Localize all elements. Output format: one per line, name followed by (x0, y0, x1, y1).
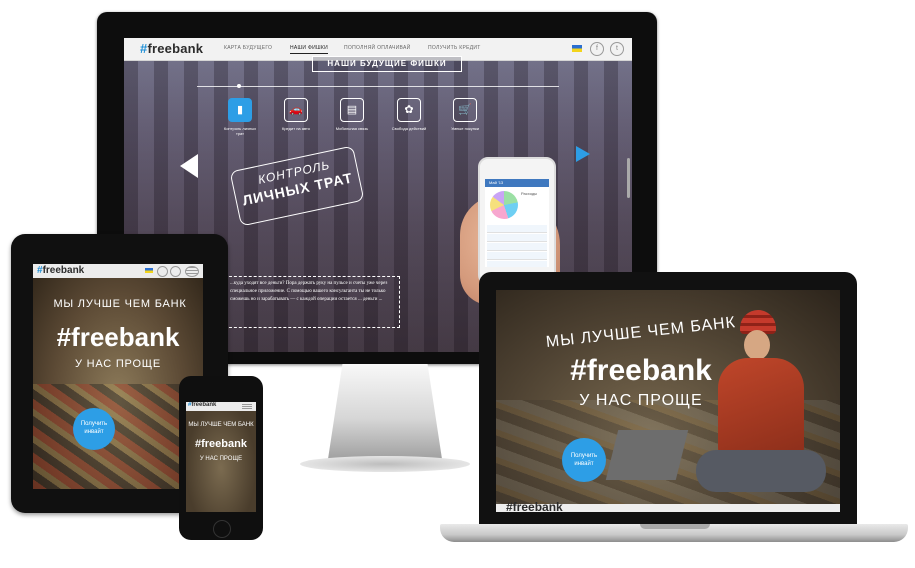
twitter-icon[interactable] (170, 266, 181, 277)
gear-icon: ✿ (397, 98, 421, 122)
feature-label: Контроль личных трат (223, 126, 257, 136)
laptop-notch (640, 524, 710, 529)
hero-tagline: МЫ ЛУЧШЕ ЧЕМ БАНК (188, 422, 254, 428)
nav-item-our-features[interactable]: НАШИ ФИШКИ (290, 45, 328, 54)
feature-label: Умные покупки (451, 126, 479, 131)
phone-in-hand: Май '13 Расходы (478, 157, 556, 285)
hero-brand: #freebank (570, 354, 712, 387)
freebank-logo[interactable]: #freebank (37, 265, 84, 276)
person-face (744, 330, 770, 360)
menu-icon[interactable] (242, 404, 252, 409)
feature-smart-shopping[interactable]: 🛒 Умные покупки (445, 98, 485, 131)
graffiti-background (33, 384, 203, 489)
phone-screen: #freebank МЫ ЛУЧШЕ ЧЕМ БАНК #freebank У … (186, 402, 256, 512)
hero-brand: #freebank (195, 438, 247, 450)
get-invite-button[interactable]: Получить инвайт (73, 408, 115, 450)
hero-subtagline: У НАС ПРОЩЕ (579, 392, 703, 409)
timeline-rule (197, 86, 559, 87)
hero-brand: #freebank (56, 322, 180, 352)
list-item[interactable] (487, 252, 547, 260)
feature-freedom[interactable]: ✿ Свобода действий (389, 98, 429, 131)
feature-mobile[interactable]: ▤ Мобильная связь (332, 98, 372, 131)
hero-subtagline: У НАС ПРОЩЕ (74, 358, 162, 370)
feature-description: ...куда уходят все деньги? Пора держать … (224, 276, 400, 328)
app-header: Май '13 (485, 179, 549, 187)
feature-label: Свобода действий (391, 126, 427, 131)
phone-home-button[interactable] (213, 520, 231, 538)
slider-next-arrow[interactable] (576, 146, 590, 162)
section-title: НАШИ БУДУЩИЕ ФИШКИ (312, 56, 462, 72)
tablet-navbar: #freebank (33, 264, 203, 278)
expenses-list (487, 225, 547, 267)
freebank-logo[interactable]: #freebank (140, 41, 203, 56)
monitor-base (300, 456, 470, 472)
list-item[interactable] (487, 243, 547, 251)
nav-item-topup-pay[interactable]: ПОПОЛНЯЙ ОПЛАЧИВАЙ (344, 45, 411, 51)
document-icon: ▤ (340, 98, 364, 122)
freebank-logo[interactable]: #freebank (188, 402, 216, 408)
nav-item-future-card[interactable]: КАРТА БУДУЩЕГО (224, 45, 272, 51)
card-icon: ▮ (228, 98, 252, 122)
facebook-icon[interactable]: f (590, 42, 604, 56)
basket-icon: 🛒 (453, 98, 477, 122)
hero-tagline: МЫ ЛУЧШЕ ЧЕМ БАНК (53, 298, 187, 310)
list-item[interactable] (487, 225, 547, 233)
get-invite-button[interactable]: Получить инвайт (562, 438, 606, 482)
expenses-pie-chart (490, 191, 518, 219)
hero-person-image (605, 310, 826, 510)
expenses-label: Расходы (521, 191, 538, 196)
feature-spending-control[interactable]: ▮ Контроль личных трат (220, 98, 260, 136)
feature-auto-credit[interactable]: 🚗 Кредит на авто (276, 98, 316, 131)
car-icon: 🚗 (284, 98, 308, 122)
list-item[interactable] (487, 234, 547, 242)
list-item[interactable] (487, 261, 547, 267)
person-legs (696, 450, 826, 492)
ukraine-flag-icon[interactable] (572, 45, 582, 52)
freebank-logo[interactable]: #freebank (506, 500, 563, 512)
twitter-icon[interactable]: t (610, 42, 624, 56)
ukraine-flag-icon[interactable] (145, 268, 153, 273)
nav-item-get-credit[interactable]: ПОЛУЧИТЬ КРЕДИТ (428, 45, 481, 51)
laptop-screen: МЫ ЛУЧШЕ ЧЕМ БАНК #freebank У НАС ПРОЩЕ … (496, 290, 840, 512)
laptop-footer-bar: #freebank (496, 500, 840, 512)
facebook-icon[interactable] (157, 266, 168, 277)
hero-subtagline: У НАС ПРОЩЕ (199, 456, 243, 462)
tablet-screen: #freebank МЫ ЛУЧШЕ ЧЕМ БАНК #freebank У … (33, 264, 203, 489)
monitor-stand (327, 364, 443, 464)
feature-label: Кредит на авто (281, 126, 311, 131)
phone-navbar: #freebank (186, 402, 256, 411)
slider-prev-arrow[interactable] (180, 154, 198, 178)
scrollbar[interactable] (627, 158, 630, 198)
menu-icon[interactable] (185, 266, 199, 277)
person-laptop (605, 430, 689, 480)
phone-app-screen: Май '13 Расходы (485, 179, 549, 267)
feature-label: Мобильная связь (335, 126, 369, 131)
timeline-marker[interactable] (237, 84, 241, 88)
